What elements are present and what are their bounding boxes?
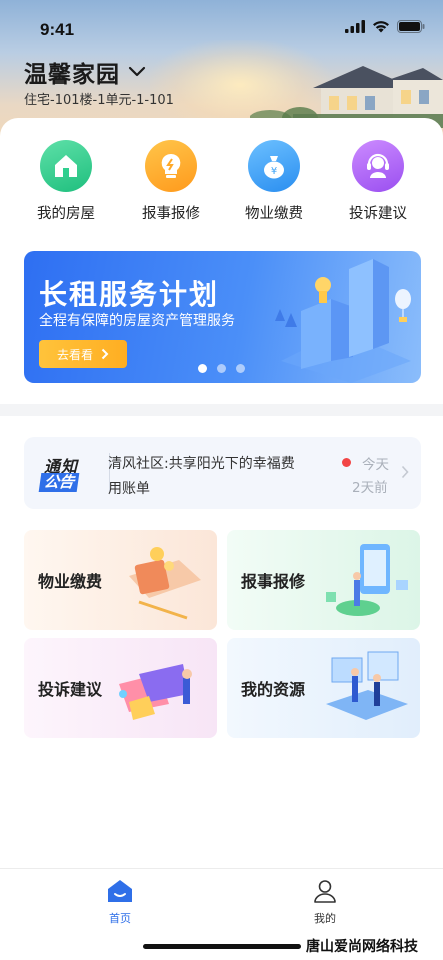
money-bag-icon: ¥: [248, 140, 300, 192]
notice-logo-line2: 公告: [38, 473, 80, 492]
quick-action-complaint[interactable]: 投诉建议: [328, 140, 428, 223]
service-card-label: 我的资源: [241, 680, 306, 699]
home-indicator: [143, 944, 301, 949]
notice-logo: 通知 公告: [38, 453, 94, 493]
quick-action-label: 我的房屋: [37, 206, 95, 222]
payment-illustration: [129, 547, 201, 620]
service-card-repair[interactable]: 报事报修: [227, 530, 420, 630]
service-card-label: 投诉建议: [38, 680, 103, 699]
house-address: 住宅-101楼-1单元-1-101: [24, 93, 174, 108]
notice-time-today: 今天: [362, 457, 389, 473]
lightbulb-icon: [145, 140, 197, 192]
wifi-icon: [373, 21, 389, 33]
repair-illustration: [326, 544, 408, 616]
community-name: 温馨家园: [24, 62, 120, 88]
banner-pagination: [198, 364, 245, 373]
quick-action-label: 报事报修: [142, 206, 200, 222]
notice-text: 清风社区:共享阳光下的幸福费用账单: [108, 456, 295, 497]
battery-icon: [397, 20, 425, 33]
watermark-text: 唐山爱尚网络科技: [306, 939, 418, 955]
tab-home[interactable]: 首页: [80, 879, 160, 926]
pagination-dot[interactable]: [217, 364, 226, 373]
complaint-illustration: [119, 664, 192, 720]
quick-actions: 我的房屋 报事报修 ¥ 物业缴费 投诉建议: [0, 140, 443, 230]
quick-action-repair[interactable]: 报事报修: [121, 140, 221, 223]
cellular-signal-icon: [345, 20, 365, 33]
unread-dot: [342, 458, 351, 467]
user-icon: [314, 880, 336, 903]
headset-icon: [352, 140, 404, 192]
quick-action-label: 物业缴费: [245, 206, 303, 222]
banner-subtitle: 全程有保障的房屋资产管理服务: [39, 313, 235, 329]
chevron-down-icon: [128, 66, 146, 77]
quick-action-payment[interactable]: ¥ 物业缴费: [224, 140, 324, 223]
chevron-right-icon: [401, 465, 409, 479]
quick-action-my-house[interactable]: 我的房屋: [16, 140, 116, 223]
status-time: 9:41: [40, 20, 75, 39]
service-card-payment[interactable]: 物业缴费: [24, 530, 217, 630]
tab-mine-label: 我的: [314, 912, 336, 925]
service-card-resources[interactable]: 我的资源: [227, 638, 420, 738]
chevron-right-icon: [101, 348, 109, 360]
service-card-label: 物业缴费: [38, 572, 103, 591]
community-selector[interactable]: 温馨家园: [24, 55, 146, 89]
svg-text:¥: ¥: [271, 166, 277, 177]
promo-banner[interactable]: 长租服务计划 全程有保障的房屋资产管理服务 去看看: [24, 251, 421, 383]
notice-bar[interactable]: 通知 公告 清风社区:共享阳光下的幸福费用账单 今天 2天前: [24, 437, 421, 509]
service-card-complaint[interactable]: 投诉建议: [24, 638, 217, 738]
tab-home-label: 首页: [109, 912, 131, 925]
status-bar: 9:41: [0, 0, 443, 56]
quick-action-label: 投诉建议: [349, 206, 407, 222]
tab-mine[interactable]: 我的: [285, 879, 365, 926]
banner-go-button[interactable]: 去看看: [39, 340, 127, 368]
city-buildings-illustration: [275, 259, 411, 383]
resources-illustration: [326, 651, 408, 720]
pagination-dot[interactable]: [236, 364, 245, 373]
section-divider: [0, 404, 443, 416]
house-icon: [40, 140, 92, 192]
home-icon: [108, 880, 132, 902]
pagination-dot[interactable]: [198, 364, 207, 373]
banner-title: 长租服务计划: [39, 278, 220, 311]
service-card-label: 报事报修: [241, 572, 306, 591]
notice-time-ago: 2天前: [352, 480, 388, 496]
banner-button-label: 去看看: [56, 347, 93, 362]
